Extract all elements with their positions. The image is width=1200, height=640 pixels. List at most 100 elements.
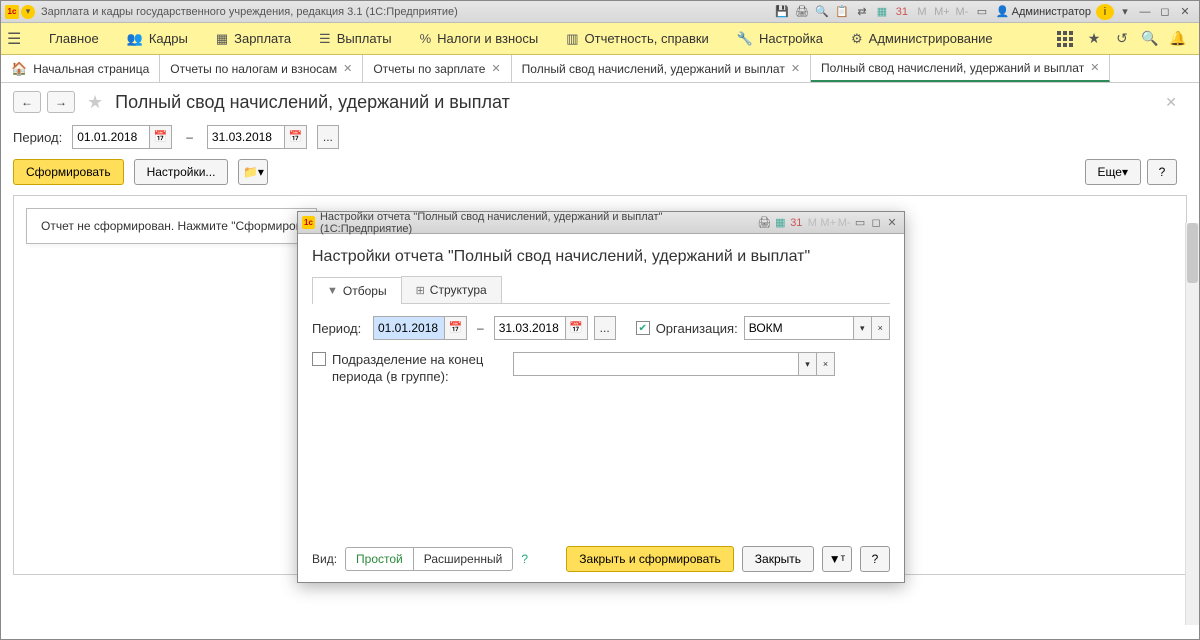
tab-filters[interactable]: ▼Отборы bbox=[312, 277, 402, 304]
close-icon[interactable]: ✕ bbox=[884, 216, 900, 229]
view-extended-button[interactable]: Расширенный bbox=[413, 548, 513, 570]
tab-close-icon[interactable]: ✕ bbox=[1090, 61, 1099, 74]
generate-button[interactable]: Сформировать bbox=[13, 159, 124, 185]
history-icon[interactable]: ↺ bbox=[1113, 30, 1131, 47]
calendar-icon[interactable]: 📅 bbox=[566, 316, 588, 340]
minimize-icon[interactable]: — bbox=[1136, 4, 1154, 20]
copy-icon[interactable]: 📋 bbox=[833, 4, 851, 20]
user-label[interactable]: 👤 Администратор bbox=[992, 5, 1095, 18]
app-titlebar: 1c ▾ Зарплата и кадры государственного у… bbox=[1, 1, 1199, 23]
m-minus-icon[interactable]: M- bbox=[953, 4, 971, 20]
tab-close-icon[interactable]: ✕ bbox=[491, 62, 500, 75]
vertical-scrollbar[interactable] bbox=[1185, 223, 1199, 625]
info-icon[interactable]: i bbox=[1096, 4, 1114, 20]
more-button[interactable]: Еще ▾ bbox=[1085, 159, 1141, 185]
dialog-date-to[interactable]: 📅 bbox=[494, 316, 588, 340]
calendar-icon[interactable]: 📅 bbox=[150, 125, 172, 149]
menu-main[interactable]: Главное bbox=[35, 23, 113, 54]
settings-button[interactable]: Настройки... bbox=[134, 159, 229, 185]
chevron-down-icon[interactable]: ▾ bbox=[854, 316, 872, 340]
tab-salary-reports[interactable]: Отчеты по зарплате✕ bbox=[363, 55, 511, 82]
date-icon[interactable]: 31 bbox=[788, 217, 804, 229]
print-icon[interactable]: 🖨 bbox=[793, 4, 811, 20]
print-icon[interactable]: 🖨 bbox=[756, 216, 772, 229]
save-icon[interactable]: 💾 bbox=[773, 4, 791, 20]
window-list-icon[interactable]: ▭ bbox=[852, 216, 868, 229]
search-icon[interactable]: 🔍 bbox=[1141, 30, 1159, 47]
clear-icon[interactable]: × bbox=[872, 316, 890, 340]
close-icon[interactable]: ✕ bbox=[1176, 4, 1194, 20]
org-checkbox[interactable] bbox=[636, 321, 650, 335]
clear-icon[interactable]: × bbox=[817, 352, 835, 376]
dash: – bbox=[182, 130, 197, 144]
maximize-icon[interactable]: ◻ bbox=[868, 216, 884, 229]
m-icon[interactable]: M bbox=[913, 4, 931, 20]
menu-admin[interactable]: ⚙Администрирование bbox=[837, 23, 1007, 54]
help-link[interactable]: ? bbox=[521, 552, 528, 566]
menu-settings[interactable]: 🔧Настройка bbox=[723, 23, 837, 54]
dialog-title: Настройки отчета "Полный свод начислений… bbox=[320, 211, 756, 235]
tab-close-icon[interactable]: ✕ bbox=[791, 62, 800, 75]
m-plus-icon[interactable]: M+ bbox=[933, 4, 951, 20]
app-logo-icon: 1c bbox=[5, 5, 19, 19]
tab-close-icon[interactable]: ✕ bbox=[343, 62, 352, 75]
m-icon[interactable]: M bbox=[804, 217, 820, 229]
tab-full-summary-1[interactable]: Полный свод начислений, удержаний и выпл… bbox=[512, 55, 811, 82]
view-simple-button[interactable]: Простой bbox=[346, 548, 413, 570]
dropdown-icon[interactable]: ▾ bbox=[21, 5, 35, 19]
menu-reports[interactable]: ▥Отчетность, справки bbox=[552, 23, 723, 54]
tab-tax-reports[interactable]: Отчеты по налогам и взносам✕ bbox=[160, 55, 363, 82]
report-message: Отчет не сформирован. Нажмите "Сформиров bbox=[26, 208, 317, 244]
page-close-icon[interactable]: ✕ bbox=[1165, 94, 1187, 111]
calendar-icon[interactable]: 📅 bbox=[445, 316, 467, 340]
date-icon[interactable]: 31 bbox=[893, 4, 911, 20]
period-picker-button[interactable]: ... bbox=[594, 316, 616, 340]
bell-icon[interactable]: 🔔 bbox=[1169, 30, 1187, 47]
menu-payments[interactable]: ☰Выплаты bbox=[305, 23, 406, 54]
nav-back-button[interactable]: ← bbox=[13, 91, 41, 113]
people-icon: 👥 bbox=[127, 31, 143, 47]
filter-toggle-button[interactable]: ▼т bbox=[822, 546, 852, 572]
dialog-titlebar: 1c Настройки отчета "Полный свод начисле… bbox=[298, 212, 904, 234]
m-plus-icon[interactable]: M+ bbox=[820, 217, 836, 229]
table-icon: ▦ bbox=[216, 31, 228, 47]
period-picker-button[interactable]: ... bbox=[317, 125, 339, 149]
burger-icon[interactable]: ☰ bbox=[7, 29, 27, 49]
preview-icon[interactable]: 🔍 bbox=[813, 4, 831, 20]
dialog-date-from[interactable]: 📅 bbox=[373, 316, 467, 340]
m-minus-icon[interactable]: M- bbox=[836, 217, 852, 229]
tab-full-summary-2[interactable]: Полный свод начислений, удержаний и выпл… bbox=[811, 55, 1110, 82]
window-list-icon[interactable]: ▭ bbox=[973, 4, 991, 20]
help-button[interactable]: ? bbox=[1147, 159, 1177, 185]
dropdown2-icon[interactable]: ▾ bbox=[1116, 4, 1134, 20]
variant-button[interactable]: 📁▾ bbox=[238, 159, 268, 185]
date-to-field[interactable]: 📅 bbox=[207, 125, 307, 149]
apply-close-button[interactable]: Закрыть и сформировать bbox=[566, 546, 734, 572]
calendar-icon[interactable]: ▦ bbox=[873, 4, 891, 20]
dept-combo[interactable]: ▾× bbox=[513, 352, 835, 376]
favorite-icon[interactable]: ★ bbox=[87, 92, 103, 113]
tab-structure[interactable]: ⊞Структура bbox=[401, 276, 502, 303]
maximize-icon[interactable]: ◻ bbox=[1156, 4, 1174, 20]
nav-forward-button[interactable]: → bbox=[47, 91, 75, 113]
calendar-icon[interactable]: ▦ bbox=[772, 216, 788, 229]
dept-checkbox[interactable] bbox=[312, 352, 326, 366]
apps-icon[interactable] bbox=[1057, 31, 1075, 47]
org-label: Организация: bbox=[656, 321, 738, 336]
list-icon: ☰ bbox=[319, 31, 331, 47]
main-menu: ☰ Главное 👥Кадры ▦Зарплата ☰Выплаты %Нал… bbox=[1, 23, 1199, 55]
date-from-field[interactable]: 📅 bbox=[72, 125, 172, 149]
star-icon[interactable]: ★ bbox=[1085, 30, 1103, 47]
menu-taxes[interactable]: %Налоги и взносы bbox=[406, 23, 553, 54]
chevron-down-icon[interactable]: ▾ bbox=[799, 352, 817, 376]
tab-home[interactable]: 🏠Начальная страница bbox=[1, 55, 160, 82]
menu-salary[interactable]: ▦Зарплата bbox=[202, 23, 305, 54]
funnel-icon: ▼ bbox=[327, 285, 338, 297]
calendar-icon[interactable]: 📅 bbox=[285, 125, 307, 149]
close-button[interactable]: Закрыть bbox=[742, 546, 814, 572]
menu-personnel[interactable]: 👥Кадры bbox=[113, 23, 202, 54]
help-button[interactable]: ? bbox=[860, 546, 890, 572]
content-area: ← → ★ Полный свод начислений, удержаний … bbox=[1, 83, 1199, 639]
org-combo[interactable]: ▾× bbox=[744, 316, 890, 340]
compare-icon[interactable]: ⇄ bbox=[853, 4, 871, 20]
